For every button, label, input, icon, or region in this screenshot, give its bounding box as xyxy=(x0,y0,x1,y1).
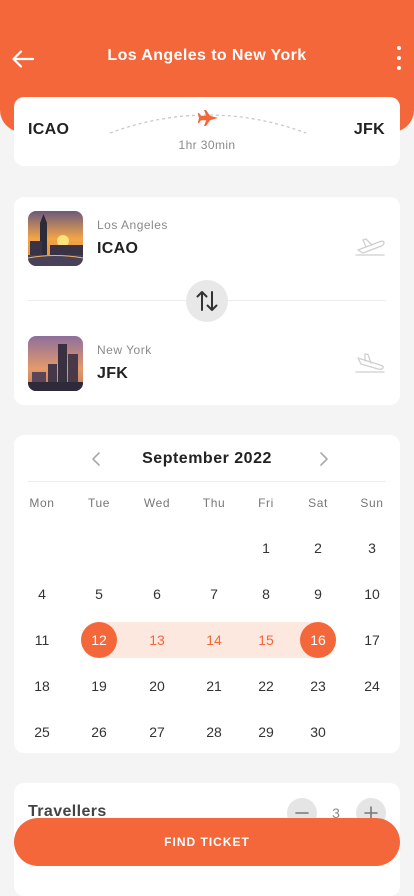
weekday-sat: Sat xyxy=(308,496,328,510)
calendar-day[interactable]: 2 xyxy=(300,530,336,566)
landing-icon xyxy=(355,353,385,373)
more-vertical-icon xyxy=(397,46,401,50)
calendar-day[interactable]: 23 xyxy=(300,668,336,704)
weekday-thu: Thu xyxy=(202,496,226,510)
calendar-day[interactable]: 5 xyxy=(81,576,117,612)
airplane-icon xyxy=(197,110,218,126)
flight-duration: 1hr 30min xyxy=(178,138,236,152)
calendar-card: September 2022 Mon Tue Wed Thu Fri Sat Sun 1 2 3 4… xyxy=(14,435,400,753)
calendar-day[interactable]: 29 xyxy=(248,714,284,750)
calendar-day[interactable]: 14 xyxy=(196,622,232,658)
calendar-day[interactable]: 7 xyxy=(196,576,232,612)
calendar-day[interactable]: 20 xyxy=(139,668,175,704)
cities-card: Los Angeles ICAO New York JFK xyxy=(14,197,400,405)
weekday-tue: Tue xyxy=(87,496,111,510)
more-options-button[interactable] xyxy=(394,46,404,70)
origin-city-image xyxy=(28,211,83,266)
calendar-day[interactable]: 13 xyxy=(139,622,175,658)
weekday-wed: Wed xyxy=(143,496,171,510)
calendar-day[interactable]: 10 xyxy=(354,576,390,612)
weekday-fri: Fri xyxy=(258,496,274,510)
origin-city-name: Los Angeles xyxy=(97,218,168,232)
calendar-day[interactable]: 25 xyxy=(24,714,60,750)
calendar-day[interactable]: 8 xyxy=(248,576,284,612)
destination-city-code: JFK xyxy=(97,365,129,382)
swap-cities-button[interactable] xyxy=(186,280,228,322)
destination-city-image xyxy=(28,336,83,391)
calendar-day[interactable]: 30 xyxy=(300,714,336,750)
route-destination-code: JFK xyxy=(353,121,385,138)
origin-city-code: ICAO xyxy=(97,240,139,257)
calendar-day[interactable]: 11 xyxy=(24,622,60,658)
takeoff-icon xyxy=(355,238,385,256)
calendar-day[interactable]: 27 xyxy=(139,714,175,750)
calendar-day[interactable]: 26 xyxy=(81,714,117,750)
weekday-mon: Mon xyxy=(29,496,55,510)
find-ticket-button[interactable]: FIND TICKET xyxy=(14,818,400,866)
calendar-day[interactable]: 9 xyxy=(300,576,336,612)
calendar-day[interactable]: 21 xyxy=(196,668,232,704)
calendar-day[interactable]: 24 xyxy=(354,668,390,704)
page-title: Los Angeles to New York xyxy=(107,47,307,64)
calendar-day[interactable]: 18 xyxy=(24,668,60,704)
calendar-month-title: September 2022 xyxy=(142,450,272,467)
calendar-day[interactable]: 3 xyxy=(354,530,390,566)
next-month-button[interactable] xyxy=(312,449,336,469)
calendar-day[interactable]: 12 xyxy=(81,622,117,658)
destination-city-name: New York xyxy=(97,343,152,357)
calendar-day[interactable]: 19 xyxy=(81,668,117,704)
calendar-day[interactable]: 16 xyxy=(300,622,336,658)
route-origin-code: ICAO xyxy=(28,121,70,138)
calendar-day[interactable]: 22 xyxy=(248,668,284,704)
calendar-divider xyxy=(28,481,386,482)
swap-vertical-icon xyxy=(196,291,218,311)
calendar-day[interactable]: 6 xyxy=(139,576,175,612)
calendar-day[interactable]: 15 xyxy=(248,622,284,658)
route-summary-card: ICAO JFK 1hr 30min xyxy=(14,97,400,166)
calendar-day[interactable]: 1 xyxy=(248,530,284,566)
chevron-right-icon xyxy=(320,452,328,466)
calendar-day[interactable]: 4 xyxy=(24,576,60,612)
calendar-day[interactable]: 28 xyxy=(196,714,232,750)
weekday-sun: Sun xyxy=(360,496,384,510)
calendar-day[interactable]: 17 xyxy=(354,622,390,658)
